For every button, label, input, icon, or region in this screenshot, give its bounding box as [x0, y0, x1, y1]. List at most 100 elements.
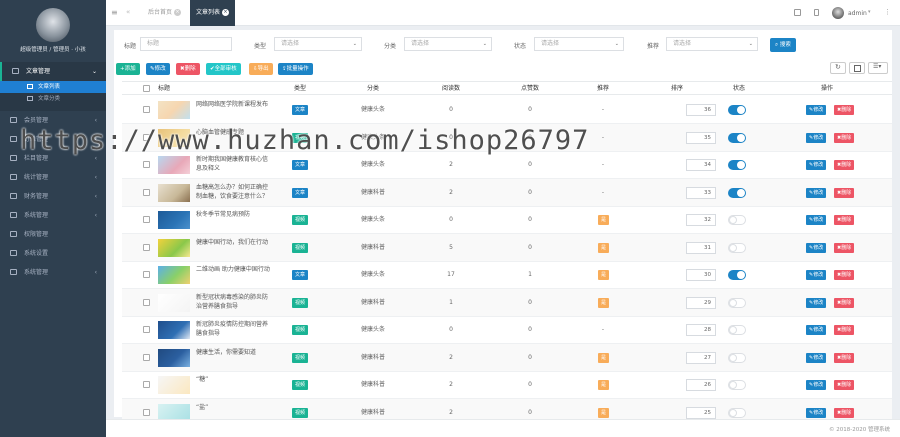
sidebar-item-system[interactable]: 系统管理 ‹: [0, 206, 106, 225]
row-delete-button[interactable]: ✖删除: [834, 325, 855, 335]
sidebar-item-permissions[interactable]: 权限管理: [0, 225, 106, 244]
table-row[interactable]: 新冠肺炎疫情防控期间营养膳食指导 视频 健康头条 0 0 - 28 ✎修改 ✖删除: [122, 316, 892, 344]
add-button[interactable]: +添加: [116, 63, 140, 75]
close-icon[interactable]: ×: [222, 9, 230, 16]
recommend-select[interactable]: 请选择 ⌄: [666, 37, 758, 51]
status-toggle[interactable]: [728, 352, 746, 363]
close-icon[interactable]: ×: [174, 9, 182, 16]
sort-input[interactable]: 34: [686, 159, 716, 171]
article-title[interactable]: 健康中国行动，我们在行动: [196, 238, 272, 258]
sort-input[interactable]: 27: [686, 351, 716, 364]
status-toggle[interactable]: [728, 242, 746, 253]
row-checkbox[interactable]: [143, 353, 150, 361]
sort-input[interactable]: 35: [686, 131, 716, 144]
tab-prev-icon[interactable]: «: [126, 8, 130, 16]
col-likes[interactable]: 点赞数: [491, 82, 569, 96]
col-type[interactable]: 类型: [277, 82, 323, 96]
article-title[interactable]: 新冠肺炎疫情防控期间营养膳食指导: [196, 320, 272, 340]
select-all-checkbox[interactable]: [143, 85, 150, 92]
row-delete-button[interactable]: ✖删除: [834, 187, 855, 198]
search-button[interactable]: ⌕ 搜索: [770, 38, 796, 52]
sort-input[interactable]: 36: [686, 104, 716, 116]
row-checkbox[interactable]: [143, 271, 150, 278]
sidebar-subitem-article-category[interactable]: 文章分类: [0, 93, 106, 105]
row-edit-button[interactable]: ✎修改: [806, 380, 827, 390]
more-icon[interactable]: ⋮: [884, 8, 891, 16]
table-row[interactable]: 血糖高怎么办？如何正确控制血糖，饮食要注意什么？ 文章 健康科普 2 0 - 33 ✎修改 ✖删…: [122, 178, 892, 207]
article-thumbnail[interactable]: [158, 101, 190, 119]
row-edit-button[interactable]: ✎修改: [806, 215, 827, 225]
row-checkbox[interactable]: [143, 216, 150, 223]
article-thumbnail[interactable]: [158, 376, 190, 394]
user-menu[interactable]: admin: [848, 10, 867, 17]
sort-input[interactable]: 33: [686, 186, 716, 199]
sort-input[interactable]: 29: [686, 296, 716, 309]
status-toggle[interactable]: [728, 105, 746, 115]
article-title[interactable]: 秋冬季节常见病预防: [196, 210, 272, 230]
row-edit-button[interactable]: ✎修改: [806, 325, 827, 335]
delete-button[interactable]: ✖删除: [176, 63, 200, 75]
row-delete-button[interactable]: ✖删除: [834, 270, 855, 280]
sidebar-item-stats[interactable]: 统计管理 ‹: [0, 168, 106, 187]
row-checkbox[interactable]: [143, 188, 150, 196]
article-title[interactable]: 新时期我国健康教育核心信息及释义: [196, 155, 272, 175]
sidebar-item-finance[interactable]: 财务管理 ‹: [0, 187, 106, 206]
row-checkbox[interactable]: [143, 161, 150, 168]
status-toggle[interactable]: [728, 325, 746, 335]
row-edit-button[interactable]: ✎修改: [806, 407, 827, 418]
status-toggle[interactable]: [728, 407, 746, 418]
row-delete-button[interactable]: ✖删除: [834, 105, 855, 115]
col-category[interactable]: 分类: [335, 82, 411, 96]
sidebar-item-article[interactable]: 文章管理 ⌄: [0, 62, 106, 81]
avatar[interactable]: [832, 7, 844, 19]
menu-toggle-icon[interactable]: ≡: [111, 8, 118, 17]
fullscreen-icon[interactable]: [794, 9, 801, 16]
col-recommend[interactable]: 推荐: [570, 82, 636, 96]
table-row[interactable]: 新型冠状病毒感染的肺炎防治营养膳食指导 视频 健康科普 1 0 是 29 ✎修改 ✖删除: [122, 288, 892, 317]
sort-input[interactable]: 30: [686, 269, 716, 281]
sidebar-subitem-article-list[interactable]: 文章列表: [0, 81, 106, 93]
row-edit-button[interactable]: ✎修改: [806, 270, 827, 280]
row-delete-button[interactable]: ✖删除: [834, 242, 855, 253]
status-toggle[interactable]: [728, 270, 746, 280]
row-edit-button[interactable]: ✎修改: [806, 105, 827, 115]
tab-article-list[interactable]: 文章列表 ×: [190, 0, 236, 26]
article-thumbnail[interactable]: [158, 293, 190, 312]
table-row[interactable]: 秋冬季节常见病预防 视频 健康头条 0 0 是 32 ✎修改 ✖删除: [122, 206, 892, 234]
row-checkbox[interactable]: [143, 408, 150, 416]
sort-input[interactable]: 32: [686, 214, 716, 226]
sort-input[interactable]: 25: [686, 406, 716, 419]
row-edit-button[interactable]: ✎修改: [806, 187, 827, 198]
row-delete-button[interactable]: ✖删除: [834, 380, 855, 390]
article-title[interactable]: 健康生活，你需要知道: [196, 348, 272, 368]
type-select[interactable]: 请选择 ⌄: [274, 37, 362, 51]
row-edit-button[interactable]: ✎修改: [806, 242, 827, 253]
article-title[interactable]: 二维动画 助力健康中国行动: [196, 265, 272, 285]
edit-button[interactable]: ✎修改: [146, 63, 170, 75]
row-edit-button[interactable]: ✎修改: [806, 352, 827, 363]
article-thumbnail[interactable]: [158, 266, 190, 284]
row-checkbox[interactable]: [143, 326, 150, 333]
status-select[interactable]: 请选择 ⌄: [534, 37, 624, 51]
col-sort[interactable]: 排序: [637, 82, 717, 96]
status-toggle[interactable]: [728, 215, 746, 225]
sort-input[interactable]: 31: [686, 241, 716, 254]
refresh-button[interactable]: ↻: [830, 62, 846, 74]
status-toggle[interactable]: [728, 297, 746, 308]
col-title[interactable]: 标题: [158, 82, 198, 96]
row-edit-button[interactable]: ✎修改: [806, 297, 827, 308]
audit-all-button[interactable]: ✔全部审核: [206, 63, 241, 75]
toggle-view-button[interactable]: [849, 62, 865, 74]
table-row[interactable]: 二维动画 助力健康中国行动 文章 健康头条 17 1 是 30 ✎修改 ✖删除: [122, 261, 892, 289]
tab-home[interactable]: 后台首页 ×: [142, 0, 187, 26]
row-edit-button[interactable]: ✎修改: [806, 160, 827, 170]
article-thumbnail[interactable]: [158, 321, 190, 339]
table-row[interactable]: “糖” 视频 健康科普 2 0 是 26 ✎修改 ✖删除: [122, 371, 892, 399]
article-title[interactable]: 血糖高怎么办？如何正确控制血糖，饮食要注意什么？: [196, 183, 272, 203]
status-toggle[interactable]: [728, 160, 746, 170]
row-delete-button[interactable]: ✖删除: [834, 215, 855, 225]
row-checkbox[interactable]: [143, 243, 150, 251]
row-delete-button[interactable]: ✖删除: [834, 160, 855, 170]
sort-input[interactable]: 26: [686, 379, 716, 391]
row-edit-button[interactable]: ✎修改: [806, 132, 827, 143]
